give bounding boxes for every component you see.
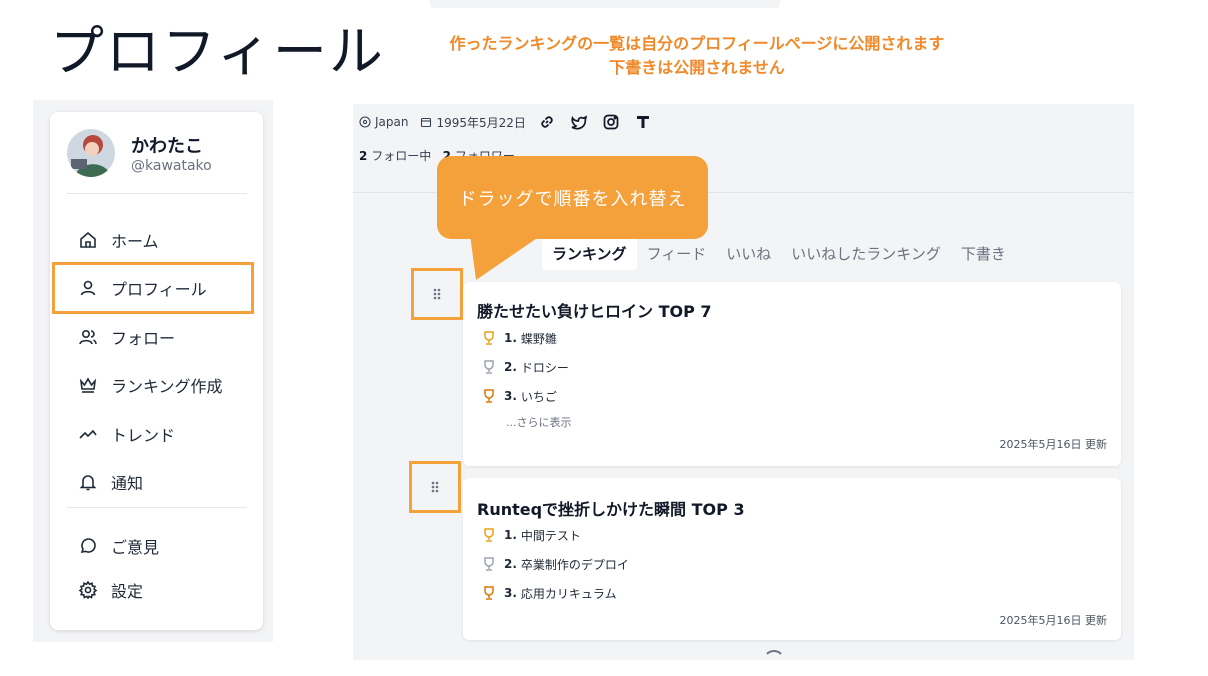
ranking-item: 3. いちご [481,386,557,406]
loading-spinner [763,650,785,660]
gear-icon [78,580,98,600]
ranking-title[interactable]: 勝たせたい負けヒロイン TOP 7 [477,298,712,322]
nav-item-feedback[interactable]: ご意見 [78,534,159,558]
sidebar: かわたこ @kawatako ホーム プロフィール フォロー ランキング作成 ト… [50,112,263,630]
nav-item-trend[interactable]: トレンド [78,422,175,446]
page-heading: プロフィール [50,20,385,83]
updated-date: 2025年5月16日 更新 [999,614,1108,627]
nav-item-notifications[interactable]: 通知 [78,470,143,494]
ranking-card[interactable]: 勝たせたい負けヒロイン TOP 7 1. 蝶野雛 2. ドロシー 3. いちご … [463,282,1121,466]
nav-label-home: ホーム [111,232,159,251]
grip-icon [433,288,441,300]
home-icon [78,230,98,250]
ranking-item: 2. 卒業制作のデプロイ [481,554,629,574]
nav-label-notifications: 通知 [111,474,144,493]
profile-tabs: ランキング フィード いいね いいねしたランキング 下書き [542,238,1016,270]
tooltip-tail [470,234,543,280]
calendar-icon [421,117,432,128]
drag-hint-tooltip: ドラッグで順番を入れ替え [437,156,708,239]
birthday: 1995年5月22日 [420,114,526,131]
trophy-silver-icon [484,360,494,374]
location: Japan [359,115,408,129]
ranking-card[interactable]: Runteqで挫折しかけた瞬間 TOP 3 1. 中間テスト 2. 卒業制作のデ… [463,478,1121,640]
bell-icon [78,472,98,492]
annotation-line-1: 作ったランキングの一覧は自分のプロフィールページに公開されます [449,34,945,53]
following-label[interactable]: フォロー中 [371,149,431,163]
crown-icon [78,375,98,395]
nav-item-create-ranking[interactable]: ランキング作成 [78,373,223,397]
trophy-gold-icon [484,331,494,345]
nav-label-trend: トレンド [111,426,176,445]
instagram-icon[interactable] [602,113,620,131]
users-icon [78,327,98,347]
divider [67,193,247,194]
trend-icon [78,424,98,444]
profile-meta-row: Japan 1995年5月22日 [359,110,666,134]
trophy-bronze-icon [484,586,494,600]
nav-label-create-ranking: ランキング作成 [111,377,223,396]
ranking-item: 1. 蝶野雛 [481,328,557,348]
ranking-item: 1. 中間テスト [481,525,581,545]
drag-handle[interactable] [409,461,461,513]
trophy-gold-icon [484,528,494,542]
grip-icon [431,481,439,493]
ranking-item: 3. 応用カリキュラム [481,583,617,603]
profile-highlight-box [52,262,254,314]
show-more-link[interactable]: ...さらに表示 [506,414,572,430]
updated-date: 2025年5月16日 更新 [999,438,1108,451]
nav-label-follow: フォロー [111,329,176,348]
drag-handle[interactable] [411,268,463,320]
avatar[interactable] [67,129,115,177]
user-handle: @kawatako [131,158,212,174]
ranking-title[interactable]: Runteqで挫折しかけた瞬間 TOP 3 [477,496,745,520]
trophy-bronze-icon [484,389,494,403]
annotation-note: 作ったランキングの一覧は自分のプロフィールページに公開されます 下書きは公開され… [382,32,1012,80]
top-edge [430,0,780,8]
tab-liked-rankings[interactable]: いいねしたランキング [781,238,951,270]
text-platform-icon[interactable] [634,113,652,131]
twitter-icon[interactable] [570,113,588,131]
message-circle-icon [78,536,98,556]
nav-label-settings: 設定 [111,582,144,601]
divider [67,507,247,508]
ranking-item: 2. ドロシー [481,357,569,377]
link-icon[interactable] [538,113,556,131]
tab-feed[interactable]: フィード [637,238,717,270]
tab-drafts[interactable]: 下書き [951,238,1016,270]
user-name: かわたこ [131,136,203,157]
annotation-line-2: 下書きは公開されません [609,58,785,77]
map-pin-icon [359,116,371,128]
nav-item-settings[interactable]: 設定 [78,578,143,602]
following-count[interactable]: 2 [359,149,367,163]
tab-likes[interactable]: いいね [716,238,781,270]
nav-label-feedback: ご意見 [111,538,160,557]
nav-item-home[interactable]: ホーム [78,228,159,252]
nav-item-follow[interactable]: フォロー [78,325,175,349]
trophy-silver-icon [484,557,494,571]
